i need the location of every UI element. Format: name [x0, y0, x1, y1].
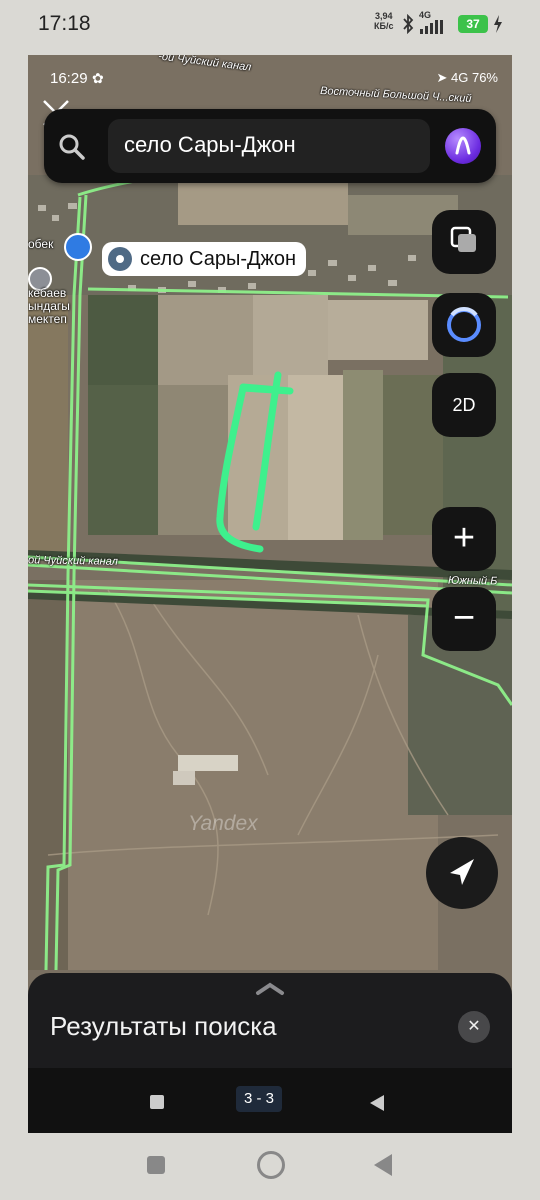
- inner-clock: 16:29: [50, 70, 88, 87]
- canal-label-middle: ой Чуйский канал: [28, 554, 118, 568]
- close-sheet-button[interactable]: ✕: [458, 1011, 490, 1043]
- alice-icon: [447, 307, 481, 342]
- chevron-up-icon[interactable]: [254, 981, 286, 997]
- recent-apps-button[interactable]: [150, 1095, 164, 1109]
- layers-icon: [450, 226, 476, 252]
- gear-icon: ✿: [92, 70, 104, 86]
- bluetooth-icon: [403, 14, 414, 34]
- network-speed: 3,94 КБ/с: [374, 11, 394, 31]
- shop-pin-icon[interactable]: [64, 233, 92, 261]
- yandex-watermark: Yandex: [188, 812, 258, 835]
- page-indicator: 3 - 3: [236, 1086, 283, 1112]
- location-arrow-icon: ➤: [436, 70, 448, 85]
- inner-status-icons: ➤ 4G 76%: [436, 70, 498, 86]
- network-type: 4G: [419, 10, 432, 20]
- selected-place-label[interactable]: село Сары-Джон: [102, 242, 307, 276]
- battery-indicator: 37: [458, 15, 488, 33]
- inner-nav-bar: 3 - 3: [28, 1068, 512, 1133]
- poi-shop-label: обек: [28, 237, 54, 251]
- alice-assistant-button[interactable]: [432, 293, 496, 357]
- outer-back-button[interactable]: [374, 1154, 392, 1176]
- search-input[interactable]: село Сары-Джон: [108, 119, 430, 173]
- map-screenshot: 16:29 ✿ ➤ 4G 76% -ой Чуйский канал Восто…: [28, 55, 512, 1133]
- inner-battery: 76%: [471, 70, 498, 85]
- back-button[interactable]: [370, 1095, 384, 1111]
- outer-status-bar: 17:18 3,94 КБ/с 4G 37: [0, 0, 540, 52]
- navigation-arrow-icon: [450, 859, 474, 885]
- zoom-out-button[interactable]: −: [432, 587, 496, 651]
- outer-clock: 17:18: [38, 12, 91, 35]
- view-mode-button[interactable]: 2D: [432, 373, 496, 437]
- charging-icon: [494, 15, 502, 33]
- search-bar[interactable]: село Сары-Джон: [44, 109, 496, 183]
- layers-button[interactable]: [432, 210, 496, 274]
- poi-school-label: кебаев ындагы мектеп: [28, 286, 70, 326]
- search-query: село Сары-Джон: [124, 132, 296, 157]
- inner-network-type: 4G: [451, 70, 469, 85]
- signal-icon: [420, 20, 443, 34]
- search-icon[interactable]: [58, 133, 86, 161]
- zoom-in-button[interactable]: +: [432, 507, 496, 571]
- sheet-title: Результаты поиска: [50, 1011, 277, 1041]
- place-marker-icon: [108, 247, 132, 271]
- locate-button[interactable]: [426, 837, 498, 909]
- canal-label-south: Южный Б: [447, 574, 498, 588]
- alice-icon[interactable]: [445, 128, 481, 164]
- outer-nav-bar: [0, 1133, 540, 1200]
- outer-home-button[interactable]: [257, 1151, 285, 1179]
- inner-status-bar: 16:29 ✿ ➤ 4G 76%: [28, 55, 512, 95]
- outer-recent-apps-button[interactable]: [147, 1156, 165, 1174]
